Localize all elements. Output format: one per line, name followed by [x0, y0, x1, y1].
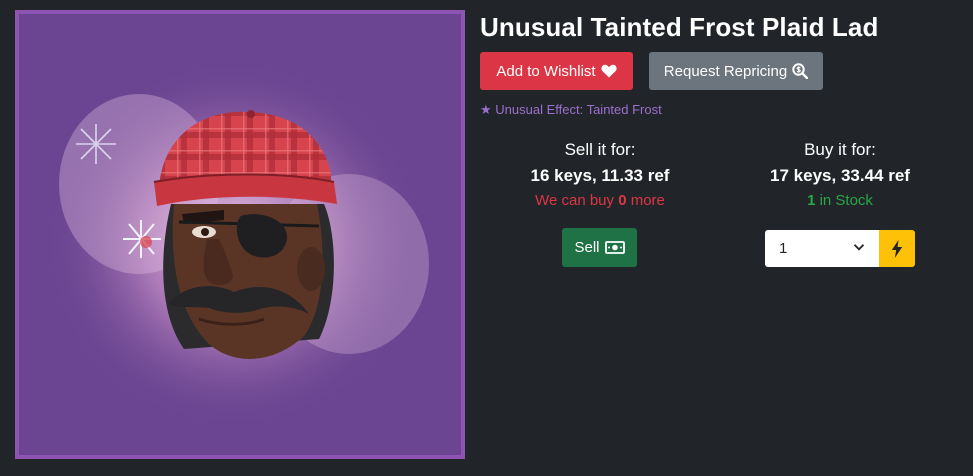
buy-price-panel: Buy it for: 17 keys, 33.44 ref 1 in Stoc… [720, 140, 960, 210]
item-image [15, 10, 465, 459]
stock-note: 1 in Stock [720, 192, 960, 210]
sell-price: 16 keys, 11.33 ref [530, 166, 670, 185]
add-to-wishlist-button[interactable]: Add to Wishlist [480, 52, 633, 90]
sell-button-label: Sell [574, 239, 600, 256]
effect-text: Unusual Effect: Tainted Frost [495, 102, 662, 117]
effect-star-icon: ★ [480, 102, 492, 117]
request-repricing-button[interactable]: Request Repricing [649, 52, 823, 90]
buy-label: Buy it for: [804, 140, 876, 159]
item-title: Unusual Tainted Frost Plaid Lad [480, 12, 879, 42]
magnifier-dollar-icon [792, 63, 809, 79]
quantity-select[interactable]: 1 [765, 230, 879, 267]
buy-limit-prefix: We can buy [535, 192, 615, 209]
quantity-value: 1 [779, 240, 788, 257]
reprice-label: Request Repricing [663, 62, 788, 80]
sell-price-panel: Sell it for: 16 keys, 11.33 ref We can b… [480, 140, 720, 210]
stock-count: 1 [807, 192, 816, 209]
wishlist-label: Add to Wishlist [496, 62, 596, 80]
heart-icon [601, 64, 617, 78]
lightning-bolt-icon [891, 239, 903, 258]
buy-price: 17 keys, 33.44 ref [770, 166, 910, 185]
sell-button[interactable]: Sell [562, 228, 637, 267]
buy-limit-count: 0 [618, 192, 627, 209]
instant-buy-button[interactable] [879, 230, 915, 267]
stock-suffix: in Stock [819, 192, 873, 209]
plaid-lad-hat-image [19, 14, 461, 455]
chevron-down-icon [853, 244, 865, 251]
unusual-effect-label: ★ Unusual Effect: Tainted Frost [480, 102, 662, 118]
buy-limit-note: We can buy 0 more [480, 192, 720, 210]
buy-limit-suffix: more [630, 192, 665, 209]
money-bill-icon [604, 241, 625, 254]
sell-label: Sell it for: [564, 140, 636, 159]
